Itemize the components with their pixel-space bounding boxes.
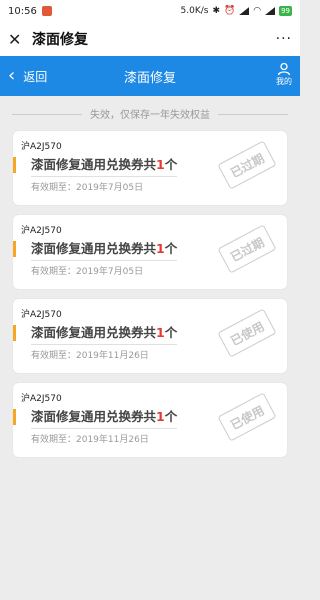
- more-options-icon[interactable]: ···: [276, 31, 292, 47]
- signal-icon: [239, 7, 250, 15]
- coupon-title: 漆面修复通用兑换券共1个: [31, 154, 178, 177]
- expiry-date: 有效期至：2019年7月05日: [31, 267, 144, 277]
- accent-bar: [13, 325, 16, 341]
- coupon-card[interactable]: 沪A2J570 漆面修复通用兑换券共1个有效期至：2019年11月26日 已使用: [13, 299, 287, 373]
- coupon-title: 漆面修复通用兑换券共1个: [31, 322, 178, 345]
- coupon-unit: 个: [164, 241, 178, 256]
- accent-bar: [13, 409, 16, 425]
- alarm-icon: ⏰: [224, 6, 236, 16]
- notification-icon: [41, 6, 52, 16]
- expiry-date: 有效期至：2019年7月05日: [31, 183, 144, 193]
- bluetooth-icon: ✱: [212, 6, 220, 16]
- mine-label: 我的: [276, 77, 292, 86]
- coupon-card[interactable]: 沪A2J570 漆面修复通用兑换券共1个有效期至：2019年11月26日 已使用: [13, 383, 287, 457]
- coupon-title: 漆面修复通用兑换券共1个: [31, 406, 178, 429]
- back-label: 返回: [23, 69, 48, 84]
- coupon-count: 1: [156, 325, 165, 340]
- coupon-list: 沪A2J570 漆面修复通用兑换券共1个 有效期至：2019年7月05日 已过期 沪A2…: [0, 131, 300, 457]
- app-bar: ✕ 漆面修复 ···: [0, 22, 300, 56]
- coupon-count: 1: [156, 241, 165, 256]
- accent-bar: [13, 157, 16, 173]
- coupon-prefix: 漆面修复通用兑换券共: [31, 157, 157, 172]
- plate-number: 沪A2J570: [21, 142, 62, 152]
- coupon-prefix: 漆面修复通用兑换券共: [31, 325, 157, 340]
- plate-number: 沪A2J570: [21, 226, 62, 236]
- close-icon[interactable]: ✕: [8, 30, 26, 49]
- coupon-prefix: 漆面修复通用兑换券共: [31, 241, 157, 256]
- coupon-unit: 个: [164, 157, 178, 172]
- status-bar: 10:56 5.0K/s ✱ ⏰ ◠ 99: [0, 0, 300, 22]
- chevron-left-icon: ‹: [8, 65, 16, 86]
- mine-button[interactable]: 我的: [276, 62, 292, 87]
- coupon-count: 1: [156, 157, 165, 172]
- clock: 10:56: [8, 5, 37, 17]
- coupon-count: 1: [156, 409, 165, 424]
- coupon-unit: 个: [164, 409, 178, 424]
- status-stamp: 已过期: [217, 140, 277, 190]
- coupon-unit: 个: [164, 325, 178, 340]
- coupon-card[interactable]: 沪A2J570 漆面修复通用兑换券共1个有效期至：2019年7月05日 已过期: [13, 131, 287, 205]
- page-header: ‹ 返回 漆面修复 我的: [0, 56, 300, 96]
- status-stamp: 已使用: [217, 308, 277, 358]
- expiry-notice: 失效，仅保存一年失效权益: [0, 106, 300, 121]
- expiry-date: 有效期至：2019年11月26日: [31, 351, 149, 361]
- coupon-title: 漆面修复通用兑换券共1个: [31, 238, 178, 261]
- user-icon: [277, 62, 291, 76]
- status-stamp: 已使用: [217, 392, 277, 442]
- wifi-icon: ◠: [253, 6, 262, 16]
- coupon-card[interactable]: 沪A2J570 漆面修复通用兑换券共1个有效期至：2019年7月05日 已过期: [13, 215, 287, 289]
- accent-bar: [13, 241, 16, 257]
- coupon-prefix: 漆面修复通用兑换券共: [31, 409, 157, 424]
- plate-number: 沪A2J570: [21, 394, 62, 404]
- back-button[interactable]: ‹ 返回: [0, 67, 47, 85]
- battery-icon: 99: [279, 6, 292, 16]
- expiry-date: 有效期至：2019年11月26日: [31, 435, 149, 445]
- status-stamp: 已过期: [217, 224, 277, 274]
- app-title: 漆面修复: [32, 32, 88, 48]
- net-speed: 5.0K/s: [180, 6, 209, 16]
- plate-number: 沪A2J570: [21, 310, 62, 320]
- signal-icon-2: [265, 7, 276, 15]
